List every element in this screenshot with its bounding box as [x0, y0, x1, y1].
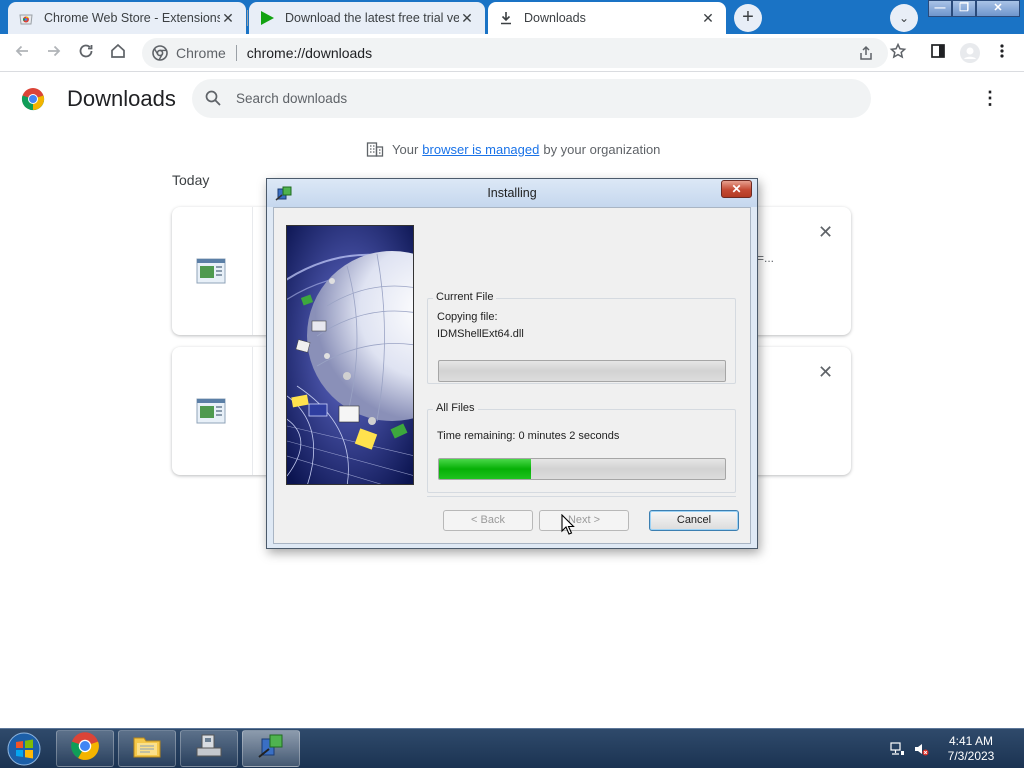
- cancel-button[interactable]: Cancel: [649, 510, 739, 531]
- clock-date: 7/3/2023: [947, 749, 995, 763]
- all-files-progress-bar: [438, 458, 726, 480]
- tab-separator: [247, 10, 248, 26]
- remove-download-icon[interactable]: ✕: [818, 223, 833, 241]
- taskbar-installer-button[interactable]: [242, 730, 300, 767]
- chrome-logo-icon: [21, 87, 45, 111]
- taskbar-chrome-button[interactable]: [56, 730, 114, 767]
- start-orb-icon[interactable]: [4, 730, 44, 768]
- taskbar-explorer-button[interactable]: [118, 730, 176, 767]
- managed-prefix: Your: [392, 141, 419, 157]
- site-label: Chrome: [176, 45, 226, 61]
- dialog-close-button[interactable]: ✕: [721, 180, 752, 198]
- tab-chrome-web-store[interactable]: Chrome Web Store - Extensions ✕: [8, 2, 246, 34]
- back-arrow-icon[interactable]: [11, 42, 33, 64]
- tab-close-icon[interactable]: ✕: [220, 10, 236, 27]
- current-file-name: IDMShellExt64.dll: [437, 328, 524, 340]
- tab-close-icon[interactable]: ✕: [700, 10, 716, 27]
- all-files-label: All Files: [433, 402, 478, 414]
- chrome-icon: [70, 731, 100, 766]
- tab-strip: Chrome Web Store - Extensions ✕ Download…: [0, 0, 1024, 34]
- copying-file-text: Copying file:: [437, 311, 498, 323]
- window-controls: — ❐ ✕: [928, 0, 1020, 18]
- network-icon[interactable]: [889, 741, 905, 757]
- installer-globe-artwork: [286, 225, 414, 485]
- share-icon[interactable]: [855, 38, 877, 68]
- tab-title: Download the latest free trial ver: [285, 11, 459, 25]
- browser-menu-icon[interactable]: [991, 42, 1013, 64]
- current-file-label: Current File: [433, 291, 497, 303]
- new-tab-button[interactable]: +: [734, 4, 762, 32]
- minimize-button[interactable]: —: [928, 0, 952, 17]
- all-files-group: All Files Time remaining: 0 minutes 2 se…: [427, 402, 736, 493]
- time-remaining-text: Time remaining: 0 minutes 2 seconds: [437, 430, 620, 442]
- tab-search-button[interactable]: ⌄: [890, 4, 918, 32]
- download-arrow-icon: [498, 10, 514, 26]
- page-title: Downloads: [67, 86, 176, 111]
- back-button[interactable]: < Back: [443, 510, 533, 531]
- card-divider: [252, 207, 253, 335]
- file-type-icon: [196, 258, 226, 284]
- omnibox-divider: [235, 45, 237, 61]
- all-files-progress-fill: [439, 459, 531, 479]
- installing-dialog: Installing ✕ Current File Copying file: …: [266, 178, 758, 549]
- search-icon: [204, 89, 224, 109]
- url-text[interactable]: chrome://downloads: [247, 45, 372, 61]
- managed-suffix: by your organization: [543, 141, 661, 157]
- current-file-group: Current File Copying file: IDMShellExt64…: [427, 291, 736, 384]
- installer-icon: [256, 731, 286, 766]
- dialog-title: Installing: [487, 186, 537, 200]
- chrome-web-store-icon: [18, 10, 34, 26]
- search-input[interactable]: [236, 91, 836, 106]
- volume-muted-icon[interactable]: [913, 741, 929, 757]
- chrome-site-icon: [152, 45, 168, 61]
- dialog-titlebar[interactable]: Installing ✕: [267, 179, 757, 207]
- windows-taskbar: 4:41 AM 7/3/2023: [0, 728, 1024, 768]
- home-icon[interactable]: [107, 42, 129, 64]
- browser-toolbar: Chrome chrome://downloads: [0, 34, 1024, 72]
- tab-close-icon[interactable]: ✕: [459, 10, 475, 27]
- mouse-cursor-icon: [561, 513, 575, 536]
- managed-notice: Your browser is managed by your organiza…: [366, 140, 660, 158]
- system-clock[interactable]: 4:41 AM 7/3/2023: [936, 734, 1006, 764]
- more-actions-icon[interactable]: ⋮: [980, 88, 1000, 110]
- card-divider: [252, 347, 253, 475]
- bookmark-star-icon[interactable]: [887, 42, 909, 64]
- date-section-label: Today: [172, 172, 210, 188]
- browser-managed-link[interactable]: browser is managed: [422, 142, 539, 157]
- tab-title: Chrome Web Store - Extensions: [44, 11, 220, 25]
- tab-download-trial[interactable]: Download the latest free trial ver ✕: [249, 2, 485, 34]
- file-explorer-icon: [132, 733, 162, 764]
- forward-arrow-icon[interactable]: [43, 42, 65, 64]
- truncated-url-text: =...: [757, 251, 775, 265]
- button-area-divider: [427, 496, 736, 497]
- search-downloads-box[interactable]: [192, 79, 871, 118]
- side-panel-icon[interactable]: [927, 42, 949, 64]
- tab-title: Downloads: [524, 11, 586, 25]
- taskbar-setup-button[interactable]: [180, 730, 238, 767]
- dialog-body: Current File Copying file: IDMShellExt64…: [273, 207, 751, 544]
- building-icon: [366, 140, 384, 158]
- remove-download-icon[interactable]: ✕: [818, 363, 833, 381]
- setup-program-icon: [194, 732, 224, 765]
- clock-time: 4:41 AM: [948, 734, 994, 748]
- reload-icon[interactable]: [75, 42, 97, 64]
- current-file-progress-bar: [438, 360, 726, 382]
- tab-downloads[interactable]: Downloads ✕: [488, 2, 726, 34]
- green-play-icon: [259, 10, 275, 26]
- next-button[interactable]: Next >: [539, 510, 629, 531]
- window-close-button[interactable]: ✕: [976, 0, 1020, 17]
- file-type-icon: [196, 398, 226, 424]
- profile-avatar-icon[interactable]: [959, 42, 981, 64]
- maximize-button[interactable]: ❐: [952, 0, 976, 17]
- address-bar[interactable]: Chrome chrome://downloads: [142, 38, 888, 68]
